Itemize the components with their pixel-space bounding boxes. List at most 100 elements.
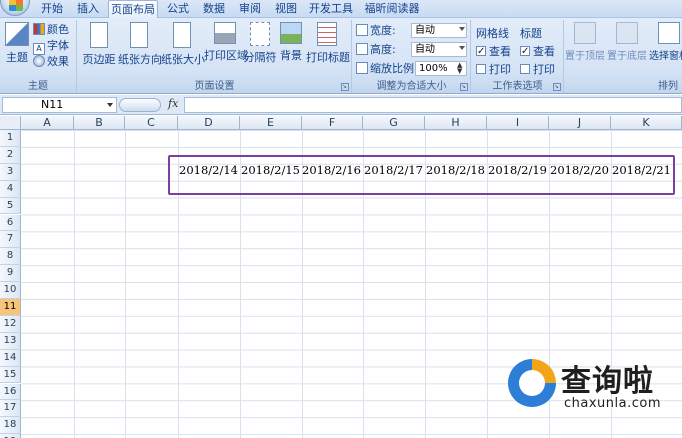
row-header[interactable]: 8 [0,248,21,266]
tab-developer[interactable]: 开发工具 [307,0,355,18]
row-header[interactable]: 5 [0,197,21,215]
height-label: 高度: [370,43,396,56]
row-header[interactable]: 2 [0,146,21,164]
select-all-corner[interactable] [0,116,21,130]
column-header[interactable]: I [487,116,549,130]
column-header[interactable]: E [240,116,302,130]
print-area-button[interactable]: 打印区域 [204,22,248,72]
row-header[interactable]: 3 [0,163,21,181]
checkbox-unchecked-icon [520,64,530,74]
column-header[interactable]: C [125,116,178,130]
tab-data[interactable]: 数据 [199,0,229,18]
row-header[interactable]: 6 [0,214,21,232]
scale-spinner[interactable]: 100% ▲ ▼ [415,61,467,76]
orientation-label: 纸张方向 [118,53,162,66]
print-titles-icon [317,22,337,46]
scale-launcher-icon[interactable]: ↘ [460,83,468,91]
theme-effects-button[interactable]: 效果 [33,54,69,70]
row-header[interactable]: 19 [0,434,21,438]
themes-button[interactable]: 主题 [2,22,32,72]
ribbon: 主题 颜色 A 字体 效果 主题 页边距 纸张方向 纸张大小 打印区域 分隔符 … [0,18,682,94]
chevron-down-icon[interactable] [107,103,113,107]
formula-input[interactable] [184,97,682,113]
size-label: 纸张大小 [161,53,205,66]
column-header[interactable]: D [178,116,240,130]
width-icon [356,24,368,36]
tab-page-layout[interactable]: 页面布局 [108,0,158,19]
column-header[interactable]: A [21,116,74,130]
gridlines-print-checkbox[interactable]: 打印 [476,62,511,78]
theme-colors-button[interactable]: 颜色 [33,22,69,38]
row-header[interactable]: 16 [0,383,21,401]
row-header[interactable]: 15 [0,366,21,384]
row-header[interactable]: 12 [0,315,21,333]
row-header[interactable]: 13 [0,332,21,350]
theme-fonts-button[interactable]: A 字体 [33,38,69,55]
page-setup-launcher-icon[interactable]: ↘ [341,83,349,91]
row-header[interactable]: 14 [0,349,21,367]
tab-view[interactable]: 视图 [271,0,301,18]
colors-label: 颜色 [47,23,69,36]
margins-button[interactable]: 页边距 [82,22,116,72]
tab-foxit-reader[interactable]: 福昕阅读器 [362,0,422,18]
checkbox-unchecked-icon [476,64,486,74]
tab-home[interactable]: 开始 [38,0,66,18]
row-header[interactable]: 1 [0,130,21,147]
fonts-label: 字体 [47,39,69,52]
margins-label: 页边距 [82,53,116,66]
selection-pane-button[interactable]: 选择窗格 [649,22,682,72]
row-header[interactable]: 9 [0,265,21,283]
width-dropdown[interactable]: 自动 [411,23,467,38]
page-setup-group: 页边距 纸张方向 纸张大小 打印区域 分隔符 背景 打印标题 页面设置 ↘ [78,20,352,93]
row-header[interactable]: 7 [0,231,21,249]
scale-value: 100% [419,63,448,74]
column-header[interactable]: G [363,116,425,130]
width-label-row: 宽度: [356,23,396,39]
colors-icon [33,23,45,35]
gridlines-view-checkbox[interactable]: 查看 [476,44,511,60]
bring-to-front-button[interactable]: 置于顶层 [565,22,605,72]
column-header[interactable]: K [611,116,682,130]
row-header[interactable]: 17 [0,400,21,418]
row-header[interactable]: 4 [0,180,21,198]
watermark-logo: 查询啦 chaxunla.com [506,354,676,416]
effects-label: 效果 [47,55,69,68]
sheet-options-group: 网格线 标题 查看 查看 打印 打印 工作表选项 ↘ [472,20,564,93]
column-header[interactable]: B [74,116,125,130]
column-header[interactable]: H [425,116,487,130]
tab-review[interactable]: 审阅 [235,0,265,18]
size-button[interactable]: 纸张大小 [161,22,205,72]
send-to-back-button[interactable]: 置于底层 [607,22,647,72]
chevron-down-icon [459,27,465,31]
office-logo-icon [9,0,23,11]
row-header[interactable]: 10 [0,282,21,299]
selection-pane-icon [658,22,680,44]
row-header[interactable]: 11 [0,299,21,316]
tab-insert[interactable]: 插入 [74,0,102,18]
highlight-rectangle [168,155,675,195]
column-header[interactable]: J [549,116,611,130]
background-button[interactable]: 背景 [278,22,304,72]
row-header[interactable]: 18 [0,417,21,435]
spinner-arrows-icon[interactable]: ▲ ▼ [457,62,465,75]
width-label: 宽度: [370,24,396,37]
background-label: 背景 [280,49,302,62]
headings-print-checkbox[interactable]: 打印 [520,62,555,78]
watermark-text: 查询啦 [561,364,654,399]
office-button[interactable] [0,0,30,16]
checkbox-checked-icon [476,44,486,60]
column-header[interactable]: F [302,116,363,130]
breaks-button[interactable]: 分隔符 [242,22,278,72]
insert-function-icon[interactable]: fx [168,97,178,110]
formula-bar-resize-handle[interactable] [119,98,161,112]
formula-bar: N11 fx [0,95,682,115]
tab-formulas[interactable]: 公式 [163,0,193,18]
breaks-label: 分隔符 [243,51,277,64]
headings-view-checkbox[interactable]: 查看 [520,44,555,60]
sheet-options-launcher-icon[interactable]: ↘ [553,83,561,91]
headings-print-label: 打印 [533,63,555,76]
orientation-button[interactable]: 纸张方向 [118,22,162,72]
height-dropdown[interactable]: 自动 [411,42,467,57]
name-box[interactable]: N11 [2,97,117,113]
print-titles-button[interactable]: 打印标题 [306,22,350,72]
